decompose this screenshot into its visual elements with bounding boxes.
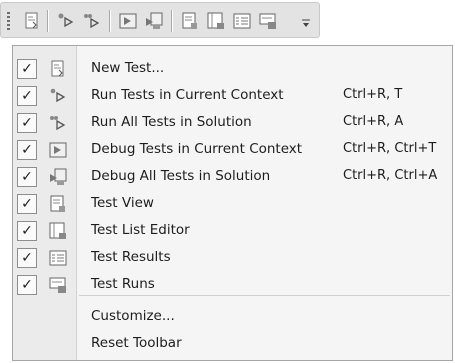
test-tools-toolbar — [0, 2, 320, 38]
menu-item-label: Reset Toolbar — [91, 335, 182, 351]
chevron-down-icon[interactable] — [301, 19, 311, 29]
checkbox[interactable]: ✓ — [17, 167, 37, 187]
debug-tests-in-context-icon — [49, 142, 67, 158]
menu-item-run-all-tests-in-solution[interactable]: ✓ Run All Tests in Solution Ctrl+R, A — [13, 109, 452, 136]
menu-item-test-view[interactable]: ✓ Test View — [13, 190, 452, 217]
menu-item-run-tests-in-current-context[interactable]: ✓ Run Tests in Current Context Ctrl+R, T — [13, 82, 452, 109]
new-test-icon[interactable] — [21, 10, 43, 32]
check-icon: ✓ — [21, 196, 33, 212]
new-test-icon — [51, 60, 64, 77]
menu-item-label: Customize... — [91, 308, 175, 324]
toolbar-separator — [47, 10, 49, 32]
menu-item-test-results[interactable]: ✓ Test Results — [13, 244, 452, 271]
menu-item-customize[interactable]: Customize... — [13, 303, 452, 330]
checkbox[interactable]: ✓ — [17, 221, 37, 241]
test-results-icon[interactable] — [231, 10, 253, 32]
run-tests-in-context-icon — [50, 88, 66, 103]
menu-item-test-list-editor[interactable]: ✓ Test List Editor — [13, 217, 452, 244]
run-all-tests-icon[interactable] — [81, 10, 103, 32]
run-all-tests-icon — [50, 116, 66, 131]
menu-item-label: Run Tests in Current Context — [91, 87, 284, 103]
check-icon: ✓ — [21, 277, 33, 293]
menu-divider — [79, 295, 450, 296]
menu-item-label: Debug All Tests in Solution — [91, 168, 271, 184]
menu-item-label: New Test... — [91, 60, 165, 76]
test-runs-icon — [49, 277, 66, 293]
menu-item-reset-toolbar[interactable]: Reset Toolbar — [13, 330, 452, 357]
test-view-icon — [50, 195, 65, 212]
checkbox[interactable]: ✓ — [17, 140, 37, 160]
test-results-icon — [49, 250, 67, 266]
debug-tests-in-context-icon[interactable] — [117, 10, 139, 32]
toolbar-customize-menu: ✓ New Test... ✓ Run Tests in Current Con… — [12, 45, 453, 361]
check-icon: ✓ — [21, 250, 33, 266]
run-tests-in-context-icon[interactable] — [55, 10, 77, 32]
toolbar-separator — [109, 10, 111, 32]
menu-item-shortcut: Ctrl+R, T — [343, 87, 403, 102]
checkbox[interactable]: ✓ — [17, 275, 37, 295]
checkbox[interactable]: ✓ — [17, 194, 37, 214]
check-icon: ✓ — [21, 115, 33, 131]
checkbox[interactable]: ✓ — [17, 59, 37, 79]
menu-item-label: Test List Editor — [91, 222, 190, 238]
menu-item-debug-tests-in-current-context[interactable]: ✓ Debug Tests in Current Context Ctrl+R,… — [13, 136, 452, 163]
check-icon: ✓ — [21, 142, 33, 158]
menu-item-label: Test Runs — [91, 276, 155, 292]
checkbox[interactable]: ✓ — [17, 86, 37, 106]
toolbar-separator — [171, 10, 173, 32]
menu-item-label: Test Results — [91, 249, 171, 265]
test-list-editor-icon — [49, 222, 66, 239]
menu-item-debug-all-tests-in-solution[interactable]: ✓ Debug All Tests in Solution Ctrl+R, Ct… — [13, 163, 452, 190]
toolbar-grip-handle[interactable] — [7, 12, 10, 30]
menu-item-label: Debug Tests in Current Context — [91, 141, 303, 157]
check-icon: ✓ — [21, 88, 33, 104]
debug-all-tests-icon — [50, 168, 67, 185]
menu-item-new-test[interactable]: ✓ New Test... — [13, 55, 452, 82]
menu-item-label: Test View — [91, 195, 154, 211]
test-view-icon[interactable] — [179, 10, 201, 32]
menu-item-test-runs[interactable]: ✓ Test Runs — [13, 271, 452, 298]
check-icon: ✓ — [21, 169, 33, 185]
check-icon: ✓ — [21, 223, 33, 239]
checkbox[interactable]: ✓ — [17, 248, 37, 268]
test-runs-icon[interactable] — [257, 10, 279, 32]
menu-item-shortcut: Ctrl+R, Ctrl+A — [343, 168, 438, 183]
checkbox[interactable]: ✓ — [17, 113, 37, 133]
menu-item-shortcut: Ctrl+R, A — [343, 114, 404, 129]
menu-item-label: Run All Tests in Solution — [91, 114, 252, 130]
debug-all-tests-icon[interactable] — [143, 10, 165, 32]
check-icon: ✓ — [21, 61, 33, 77]
test-list-editor-icon[interactable] — [205, 10, 227, 32]
menu-item-shortcut: Ctrl+R, Ctrl+T — [343, 141, 437, 156]
